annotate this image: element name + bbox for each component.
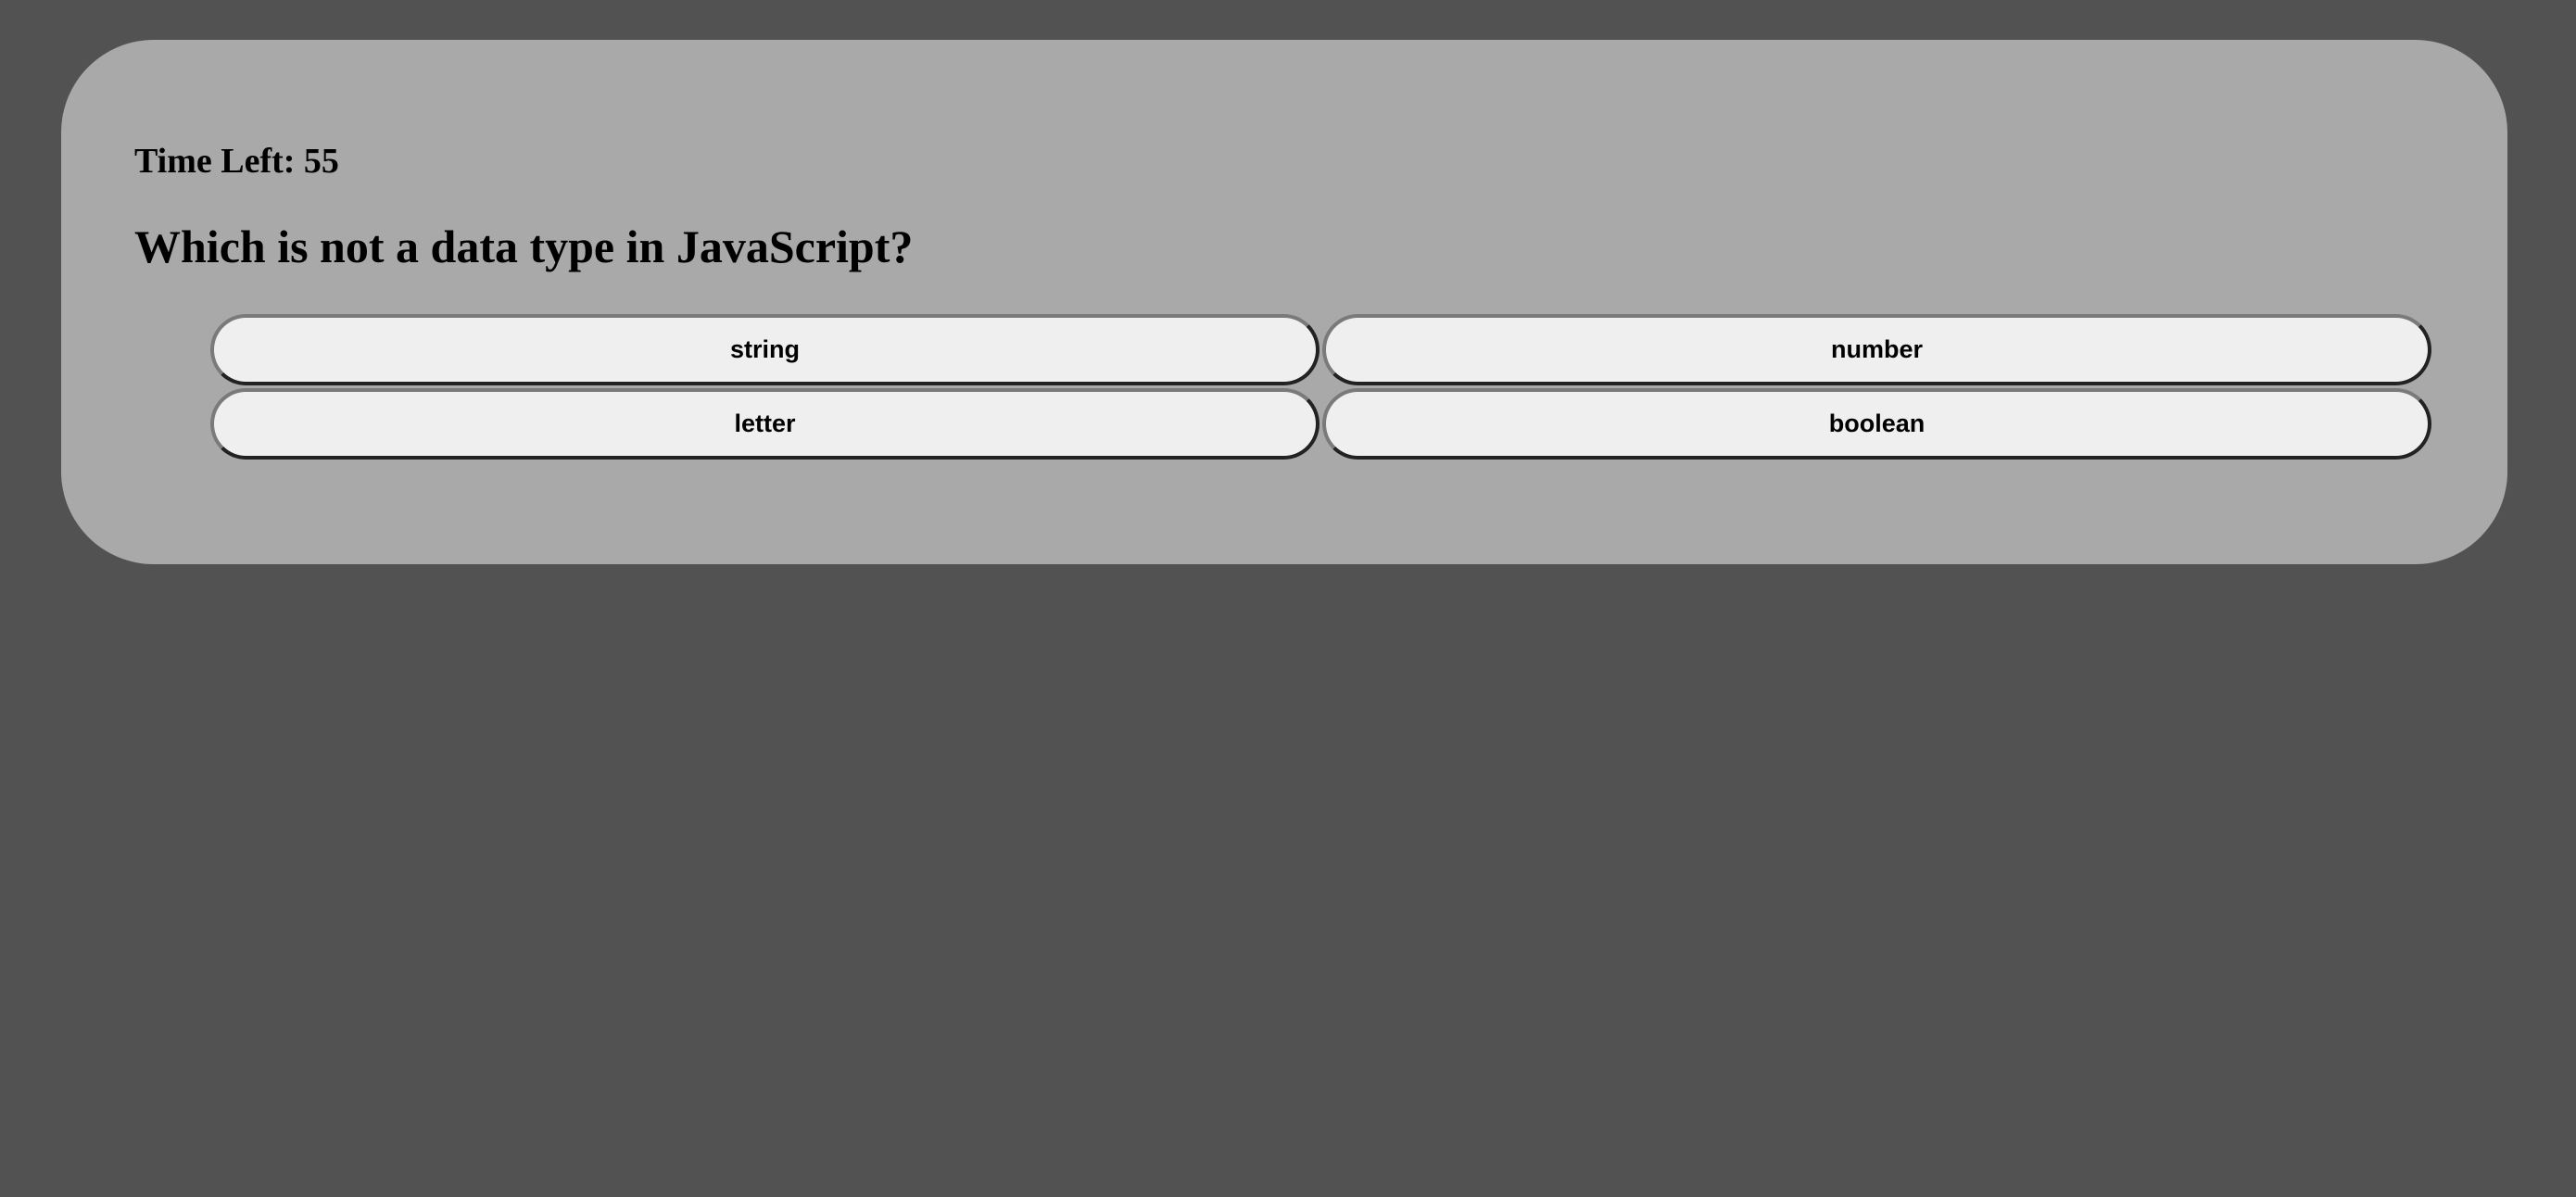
answer-button-boolean[interactable]: boolean xyxy=(1322,388,2431,460)
question-text: Which is not a data type in JavaScript? xyxy=(134,220,914,272)
answer-button-letter[interactable]: letter xyxy=(210,388,1320,460)
answer-grid: string number letter boolean xyxy=(210,314,2434,460)
time-left-label: Time Left: 55 xyxy=(134,142,339,181)
quiz-card: Time Left: 55 Which is not a data type i… xyxy=(61,40,2507,564)
answer-button-number[interactable]: number xyxy=(1322,314,2431,385)
answer-button-string[interactable]: string xyxy=(210,314,1320,385)
